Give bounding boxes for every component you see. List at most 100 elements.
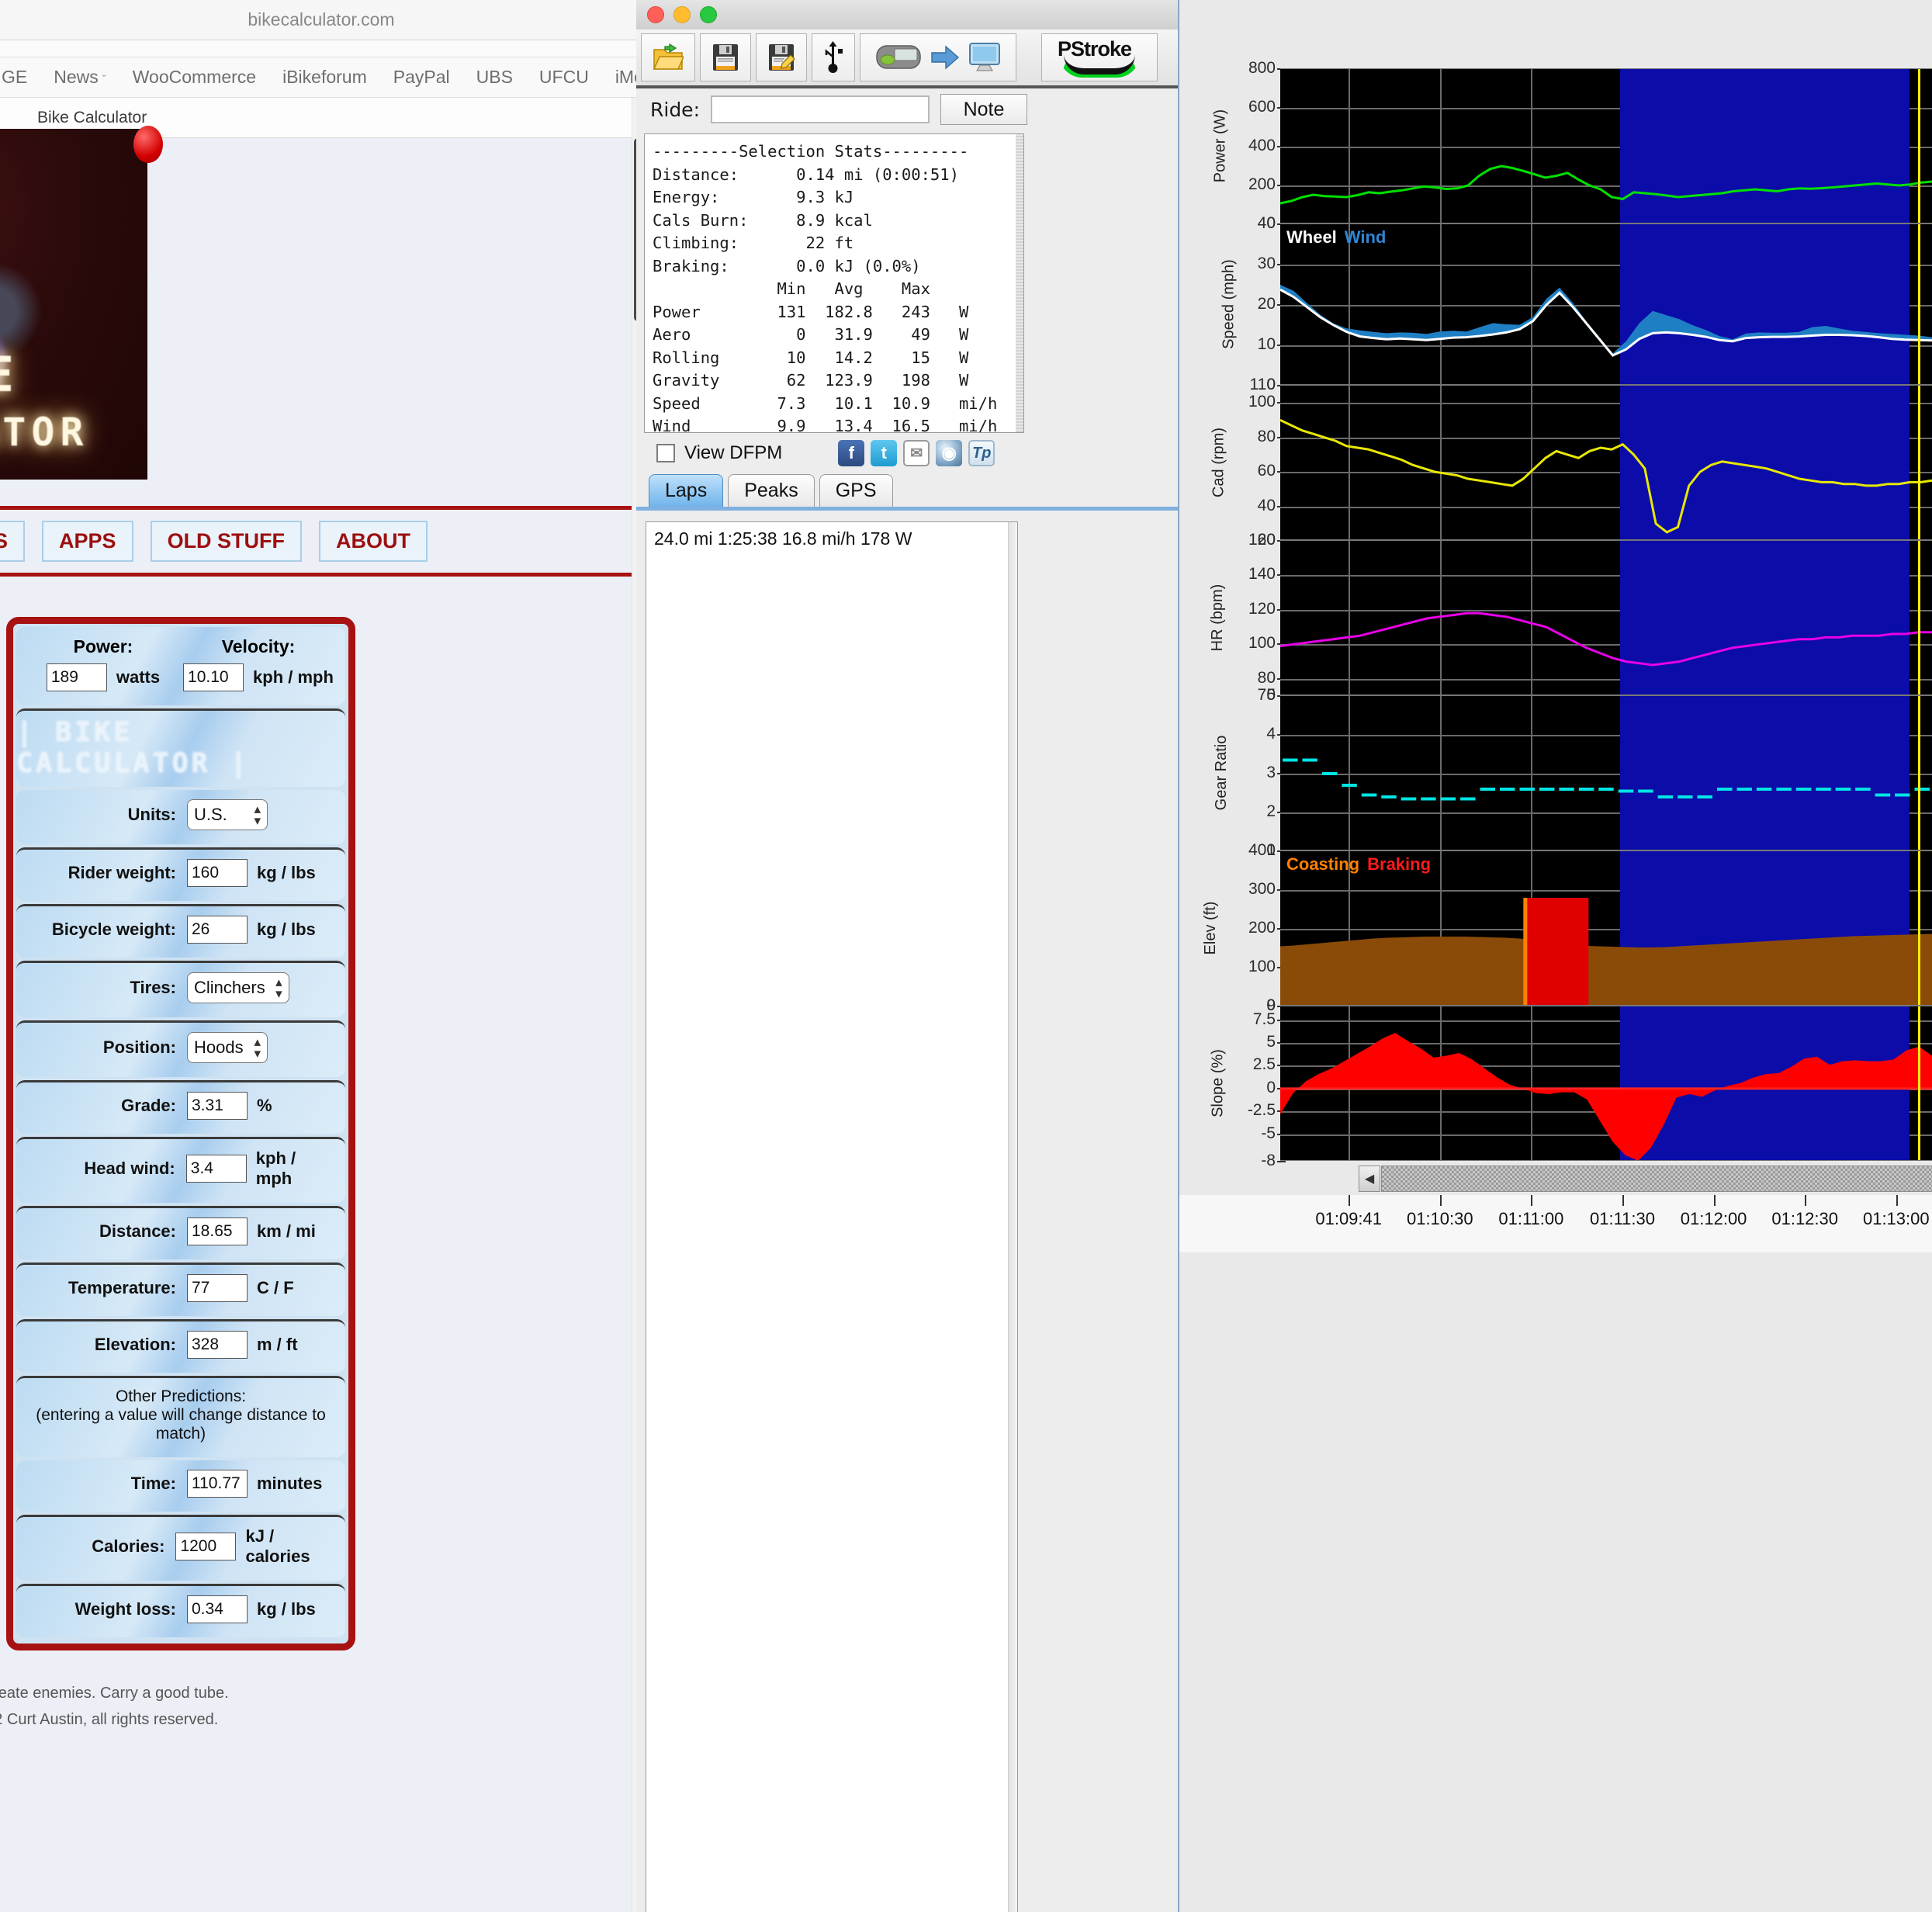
footer-line-1: t create enemies. Carry a good tube. (0, 1685, 229, 1702)
select-tires[interactable]: Clinchers ▴ ▾ (187, 972, 289, 1003)
power-unit: watts (116, 667, 161, 687)
bookmark-news-label: News (54, 67, 99, 87)
minimize-window-button[interactable] (673, 6, 691, 23)
plot-area-power[interactable] (1280, 68, 1932, 223)
y-axis-speed: Speed (mph) 0 10 20 30 40 (1179, 214, 1286, 393)
input-calories[interactable] (175, 1533, 237, 1560)
y-tick: 2 (1266, 802, 1286, 820)
other-predictions-subtitle: (entering a value will change distance t… (36, 1406, 326, 1443)
tab-peaks[interactable]: Peaks (728, 474, 815, 507)
x-tick-label: 01:12:30 (1771, 1209, 1839, 1228)
trainingpeaks-icon[interactable]: Tp (968, 440, 995, 466)
y-axis-heart-rate: HR (bpm) 70 80 100 120 140 160 (1179, 531, 1286, 704)
input-weight-loss[interactable] (187, 1595, 248, 1623)
bookmarks-bar[interactable]: GE News ˇ WooCommerce iBikeforum PayPal U… (0, 57, 642, 98)
y-tick: 200 (1248, 175, 1286, 193)
y-tick: 100 (1248, 958, 1286, 975)
stats-scrollbar[interactable] (1016, 134, 1023, 432)
horizontal-scrollbar[interactable]: ◀ (1359, 1166, 1932, 1192)
scroll-left-icon[interactable]: ◀ (1359, 1166, 1380, 1192)
laps-list[interactable]: 24.0 mi 1:25:38 16.8 mi/h 178 W (646, 521, 1018, 1912)
open-file-button[interactable] (641, 33, 695, 81)
y-tick: 80 (1257, 668, 1286, 687)
bookmark-news[interactable]: News ˇ (54, 67, 106, 88)
input-bicycle-weight[interactable] (187, 916, 248, 944)
laps-scrollbar[interactable] (1008, 522, 1017, 1912)
select-units[interactable]: U.S. ▴ ▾ (187, 799, 268, 830)
series-cadence (1280, 419, 1932, 534)
chart-stack: Power (W) 0 200 400 600 800 Speed (mph) 0 10 20 30… (1179, 59, 1932, 1252)
ride-input[interactable] (711, 95, 930, 123)
unit-calories: kJ / calories (245, 1526, 310, 1566)
input-time[interactable] (187, 1470, 248, 1498)
floppy-edit-icon (769, 44, 795, 71)
input-distance[interactable] (187, 1218, 248, 1245)
input-rider-weight[interactable] (187, 859, 248, 887)
input-elevation[interactable] (187, 1331, 248, 1359)
bookmark-ubs[interactable]: UBS (476, 67, 513, 88)
cursor-line[interactable] (1917, 69, 1920, 223)
other-predictions-header: Other Predictions: (entering a value wil… (16, 1376, 345, 1457)
nav-button-es[interactable]: ES (0, 521, 26, 562)
input-head-wind[interactable] (185, 1155, 247, 1183)
row-bicycle-weight: Bicycle weight: kg / lbs (16, 904, 345, 958)
bookmark-paypal[interactable]: PayPal (393, 67, 450, 88)
nav-button-apps[interactable]: APPS (42, 521, 133, 562)
x-tick-label: 01:13:00 (1862, 1209, 1930, 1228)
cursor-line[interactable] (1917, 386, 1920, 539)
download-from-device-button[interactable] (860, 33, 1016, 81)
cursor-line[interactable] (1917, 851, 1920, 1005)
globe-icon[interactable]: ◉ (936, 440, 963, 466)
bookmark-ufcu[interactable]: UFCU (539, 67, 589, 88)
pstroke-logo[interactable]: PStroke (1041, 33, 1158, 81)
row-tires: Tires: Clinchers ▴ ▾ (16, 961, 345, 1017)
bookmark-woocommerce[interactable]: WooCommerce (133, 67, 256, 88)
row-rider-weight: Rider weight: kg / lbs (16, 847, 345, 901)
plot-area-speed[interactable]: Wheel Wind (1280, 223, 1932, 385)
y-tick: 40 (1257, 496, 1286, 514)
usb-connect-button[interactable] (812, 33, 855, 81)
y-tick: 100 (1248, 634, 1286, 653)
view-dfpm-checkbox[interactable] (656, 444, 675, 462)
unit-temperature: C / F (257, 1278, 294, 1297)
save-file-button[interactable] (700, 33, 751, 81)
note-button[interactable]: Note (940, 94, 1027, 125)
cursor-line[interactable] (1917, 696, 1920, 850)
legend-speed: Wheel Wind (1286, 227, 1394, 248)
list-item[interactable]: 24.0 mi 1:25:38 16.8 mi/h 178 W (646, 522, 1017, 549)
select-position[interactable]: Hoods ▴ ▾ (187, 1032, 268, 1063)
y-tick: 10 (1257, 335, 1286, 353)
cursor-line[interactable] (1917, 541, 1920, 694)
tab-bike-calculator[interactable]: Bike Calculator (37, 109, 147, 127)
plot-area-heart-rate[interactable] (1280, 540, 1932, 695)
label-time: Time: (130, 1474, 176, 1493)
plot-area-slope[interactable] (1280, 1006, 1932, 1161)
unit-head-wind: kph / mph (255, 1148, 296, 1188)
tab-gps[interactable]: GPS (819, 474, 893, 507)
maximize-window-button[interactable] (700, 6, 717, 23)
label-rider-weight: Rider weight: (68, 863, 176, 882)
row-head-wind: Head wind: kph / mph (16, 1137, 345, 1203)
legend-elevation: Coasting Braking (1286, 854, 1439, 875)
plot-area-gear-ratio[interactable] (1280, 695, 1932, 850)
save-as-file-button[interactable] (756, 33, 807, 81)
nav-button-about[interactable]: ABOUT (319, 521, 428, 562)
velocity-input[interactable] (183, 663, 244, 691)
y-tick: 300 (1248, 880, 1286, 898)
bookmark-ibikeforum[interactable]: iBikeforum (282, 67, 367, 88)
tab-laps[interactable]: Laps (649, 474, 724, 507)
email-icon[interactable]: ✉ (903, 440, 930, 466)
plot-area-elevation[interactable]: Coasting Braking (1280, 850, 1932, 1006)
facebook-icon[interactable]: f (838, 440, 865, 466)
input-temperature[interactable] (187, 1274, 248, 1302)
cursor-line[interactable] (1917, 224, 1920, 384)
bookmark-ge[interactable]: GE (2, 67, 27, 88)
input-grade[interactable] (187, 1092, 248, 1120)
nav-button-old-stuff[interactable]: OLD STUFF (150, 521, 303, 562)
x-tick-label: 01:11:00 (1498, 1209, 1564, 1228)
cursor-line[interactable] (1917, 1006, 1920, 1160)
close-window-button[interactable] (647, 6, 664, 23)
twitter-icon[interactable]: t (871, 440, 898, 466)
power-input[interactable] (46, 663, 107, 691)
plot-area-cadence[interactable] (1280, 385, 1932, 540)
